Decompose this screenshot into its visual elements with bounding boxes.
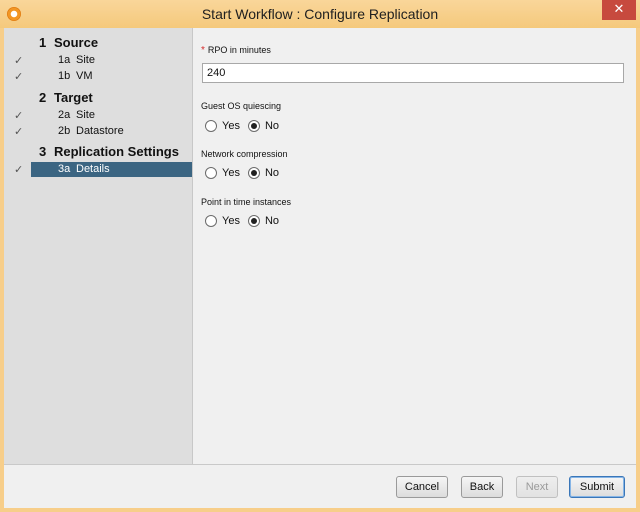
substep-number: 2a — [58, 109, 71, 121]
back-button[interactable]: Back — [461, 476, 503, 498]
rpo-label-text: RPO in minutes — [207, 45, 271, 55]
step-number: 2 — [39, 90, 47, 105]
radio-label-yes: Yes — [222, 215, 240, 227]
required-mark: * — [201, 45, 205, 56]
radio-label-yes: Yes — [222, 167, 240, 179]
guest-os-quiescing-radio-group: Yes No — [205, 120, 287, 132]
substep-source-vm[interactable]: ✓ 1b VM — [4, 69, 192, 84]
dialog-body: 1 Source ✓ 1a Site ✓ 1b VM 2 Target ✓ 2a… — [4, 28, 636, 508]
network-compression-label: Network compression — [201, 149, 288, 159]
network-compression-no-radio[interactable] — [247, 167, 260, 179]
radio-label-no: No — [264, 215, 280, 227]
substep-details[interactable]: ✓ 3a Details — [4, 162, 192, 177]
check-icon: ✓ — [14, 54, 24, 67]
network-compression-radio-group: Yes No — [205, 167, 287, 179]
point-in-time-radio-group: Yes No — [205, 215, 287, 227]
point-in-time-yes-radio[interactable] — [205, 215, 217, 227]
close-button[interactable]: ✕ — [602, 0, 636, 20]
check-icon: ✓ — [14, 125, 24, 138]
network-compression-yes-radio[interactable] — [205, 167, 217, 179]
substep-target-site[interactable]: ✓ 2a Site — [4, 108, 192, 123]
rpo-label: * RPO in minutes — [201, 45, 271, 56]
next-button[interactable]: Next — [516, 476, 558, 498]
substep-label: Site — [76, 54, 95, 66]
check-icon: ✓ — [14, 109, 24, 122]
title-bar[interactable]: Start Workflow : Configure Replication ✕ — [0, 0, 640, 28]
substep-label: Datastore — [76, 125, 124, 137]
selection-highlight — [31, 162, 192, 177]
radio-label-yes: Yes — [222, 120, 240, 132]
substep-label: Site — [76, 109, 95, 121]
radio-label-no: No — [264, 120, 280, 132]
substep-number: 1a — [58, 54, 71, 66]
guest-os-quiescing-no-radio[interactable] — [247, 120, 260, 132]
details-form: * RPO in minutes 240 Guest OS quiescing Y… — [193, 28, 636, 464]
step-replication-settings[interactable]: 3 Replication Settings — [4, 144, 192, 160]
step-label: Target — [54, 90, 93, 105]
cancel-button[interactable]: Cancel — [396, 476, 448, 498]
window-title: Start Workflow : Configure Replication — [201, 6, 439, 22]
step-number: 1 — [39, 35, 47, 50]
substep-source-site[interactable]: ✓ 1a Site — [4, 53, 192, 68]
guest-os-quiescing-yes-radio[interactable] — [205, 120, 217, 132]
step-label: Source — [54, 35, 99, 50]
check-icon: ✓ — [14, 70, 24, 83]
check-icon: ✓ — [14, 163, 24, 176]
step-source[interactable]: 1 Source — [4, 35, 192, 51]
radio-label-no: No — [264, 167, 280, 179]
step-number: 3 — [39, 144, 47, 159]
submit-button[interactable]: Submit — [569, 476, 625, 498]
guest-os-quiescing-label: Guest OS quiescing — [201, 101, 282, 111]
rpo-input[interactable]: 240 — [202, 63, 624, 83]
step-label: Replication Settings — [54, 144, 179, 159]
substep-number: 2b — [58, 125, 71, 137]
point-in-time-label: Point in time instances — [201, 197, 292, 207]
substep-target-datastore[interactable]: ✓ 2b Datastore — [4, 124, 192, 139]
substep-label: Details — [76, 163, 110, 175]
wizard-steps-panel: 1 Source ✓ 1a Site ✓ 1b VM 2 Target ✓ 2a… — [4, 28, 192, 464]
footer-divider — [4, 464, 636, 465]
point-in-time-no-radio[interactable] — [247, 215, 260, 227]
substep-number: 1b — [58, 70, 71, 82]
substep-label: VM — [76, 70, 93, 82]
step-target[interactable]: 2 Target — [4, 90, 192, 106]
substep-number: 3a — [58, 163, 71, 175]
